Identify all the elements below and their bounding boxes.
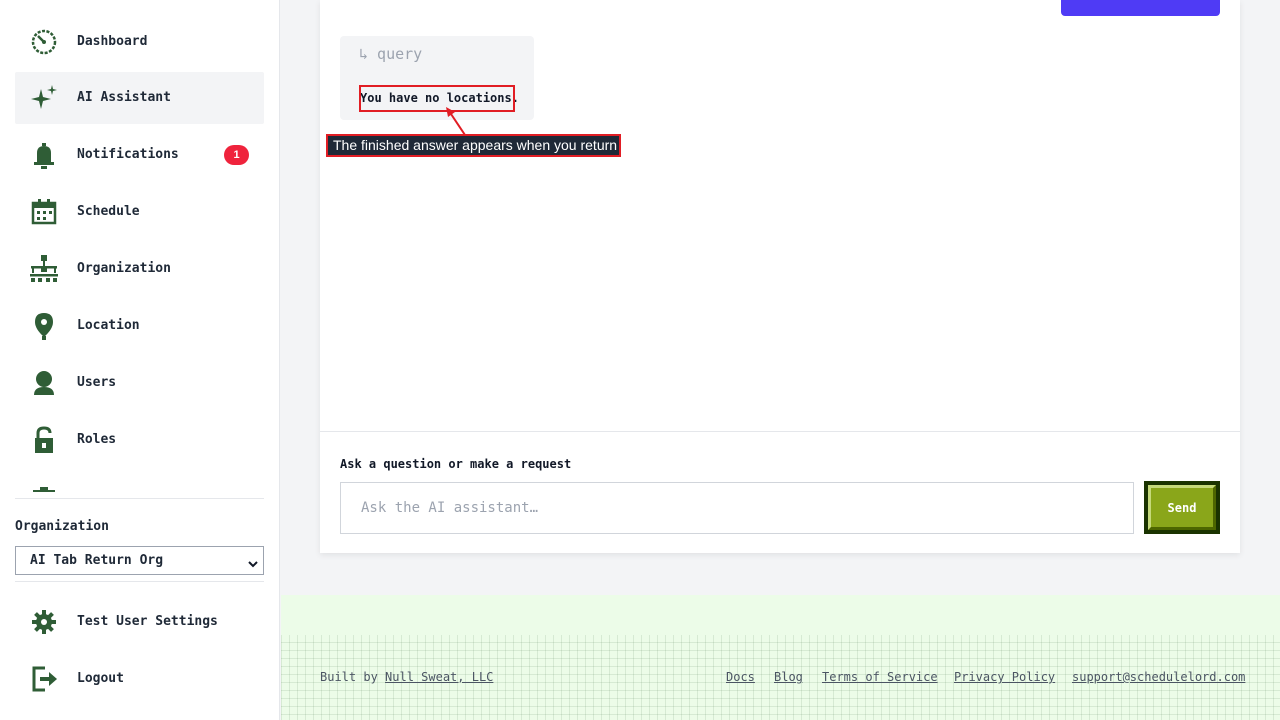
organization-select[interactable]: AI Tab Return Org <box>15 546 264 575</box>
logout-icon <box>29 664 59 694</box>
calendar-icon <box>29 197 59 227</box>
sidebar-item-label: Schedule <box>77 204 140 219</box>
sparkle-icon <box>29 83 59 113</box>
sidebar-item-roles[interactable]: Roles <box>15 414 264 466</box>
organization-select-value: AI Tab Return Org <box>30 553 164 568</box>
dashboard-icon <box>29 27 59 57</box>
sidebar-item-logout[interactable]: Logout <box>15 653 264 705</box>
organization-label: Organization <box>15 519 109 534</box>
sidebar-item-partial[interactable] <box>15 471 264 492</box>
sidebar-item-label: Roles <box>77 432 117 447</box>
assistant-input[interactable] <box>340 482 1134 534</box>
briefcase-icon <box>29 482 59 492</box>
footer-link-support-email[interactable]: support@schedulelord.com <box>1072 670 1245 684</box>
location-pin-icon <box>29 311 59 341</box>
footer-link-privacy[interactable]: Privacy Policy <box>954 670 1055 684</box>
sidebar-item-users[interactable]: Users <box>15 357 264 409</box>
notification-badge: 1 <box>224 145 249 165</box>
sidebar-item-label: Location <box>77 318 140 333</box>
footer-link-docs[interactable]: Docs <box>726 670 755 684</box>
sidebar-item-notifications[interactable]: Notifications 1 <box>15 129 264 181</box>
sidebar-item-label: Dashboard <box>77 34 148 49</box>
chevron-down-icon <box>247 555 259 568</box>
org-chart-icon <box>29 254 59 284</box>
sidebar-item-test-user-settings[interactable]: Test User Settings <box>15 596 264 648</box>
footer-link-blog[interactable]: Blog <box>774 670 803 684</box>
sidebar-item-dashboard[interactable]: Dashboard <box>15 16 264 68</box>
send-button-label: Send <box>1148 485 1216 530</box>
sidebar-item-schedule[interactable]: Schedule <box>15 186 264 238</box>
message-kind: ↳ query <box>359 45 423 63</box>
sidebar-nav: Dashboard AI Assistant Notifications 1 S… <box>15 0 264 492</box>
sidebar-item-label: Notifications <box>77 147 179 162</box>
gear-icon <box>29 607 59 637</box>
sidebar-item-ai-assistant[interactable]: AI Assistant <box>15 72 264 124</box>
sidebar-item-label: Organization <box>77 261 171 276</box>
sidebar-item-organization[interactable]: Organization <box>15 243 264 295</box>
footer-link-terms[interactable]: Terms of Service <box>822 670 938 684</box>
sidebar-item-label: Users <box>77 375 117 390</box>
composer-divider <box>320 431 1240 432</box>
annotation-arrow-icon <box>446 107 466 136</box>
header-action-button[interactable] <box>1061 0 1220 16</box>
annotation-label: The finished answer appears when you ret… <box>326 134 621 157</box>
annotation-highlight <box>359 85 515 112</box>
footer: Built by Null Sweat, LLC Docs Blog Terms… <box>281 595 1280 720</box>
sidebar-divider <box>15 498 264 499</box>
sidebar-item-label: Test User Settings <box>77 614 218 629</box>
sidebar-item-label: AI Assistant <box>77 90 171 105</box>
sidebar-divider <box>15 581 264 582</box>
sidebar: Dashboard AI Assistant Notifications 1 S… <box>0 0 280 720</box>
footer-link-null-sweat[interactable]: Null Sweat, LLC <box>385 670 493 684</box>
sidebar-item-location[interactable]: Location <box>15 300 264 352</box>
composer-label: Ask a question or make a request <box>340 457 572 471</box>
chat-panel: ↳ query You have no locations. Ask a que… <box>320 0 1240 553</box>
bell-icon <box>29 140 59 170</box>
unlock-icon <box>29 425 59 455</box>
send-button[interactable]: Send <box>1144 481 1220 534</box>
footer-credit: Built by Null Sweat, LLC <box>320 670 494 684</box>
user-icon <box>29 368 59 398</box>
sidebar-item-label: Logout <box>77 671 124 686</box>
